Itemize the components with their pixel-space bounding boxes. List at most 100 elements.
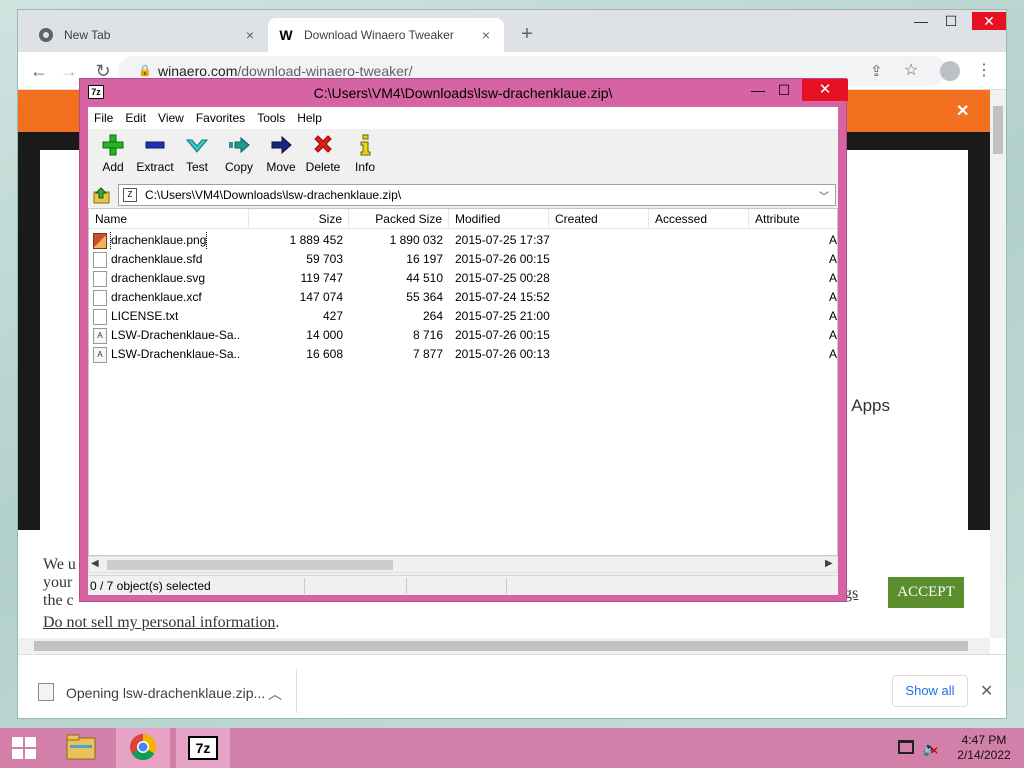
size-cell: 147 074 [299, 290, 343, 304]
forward-icon[interactable]: → [58, 60, 80, 82]
column-modified[interactable]: Modified [449, 209, 549, 229]
close-button[interactable]: ✕ [972, 12, 1006, 30]
tab-title: Download Winaero Tweaker [304, 28, 454, 42]
share-icon[interactable]: ⇪ [870, 62, 883, 80]
column-name[interactable]: Name [89, 209, 249, 229]
menu-view[interactable]: View [158, 111, 184, 125]
minimize-button[interactable]: — [744, 79, 772, 101]
text-file-icon [93, 308, 107, 325]
font-file-icon: A [93, 346, 107, 363]
accept-cookies-button[interactable]: ACCEPT [888, 577, 964, 608]
size-cell: 16 608 [306, 347, 343, 361]
menu-tools[interactable]: Tools [257, 111, 285, 125]
column-created[interactable]: Created [549, 209, 649, 229]
new-tab-button[interactable]: + [516, 24, 538, 46]
extract-button[interactable]: Extract [134, 129, 176, 181]
size-cell: 14 000 [306, 328, 343, 342]
table-row[interactable]: drachenklaue.svg 119 747 44 510 2015-07-… [89, 269, 837, 288]
bookmark-star-icon[interactable]: ☆ [904, 60, 918, 80]
menu-edit[interactable]: Edit [125, 111, 146, 125]
download-item-text[interactable]: Opening lsw-drachenklaue.zip... [66, 685, 265, 701]
move-icon [269, 135, 293, 155]
table-row[interactable]: drachenklaue.sfd 59 703 16 197 2015-07-2… [89, 250, 837, 269]
move-label: Move [266, 160, 296, 174]
scroll-left-icon[interactable]: ◀ [91, 558, 99, 569]
page-horizontal-scroll-thumb[interactable] [34, 641, 968, 651]
packed-size-cell: 44 510 [406, 271, 443, 285]
do-not-sell-link[interactable]: Do not sell my personal information. [43, 614, 279, 632]
tab-winaero-tweaker[interactable]: W Download Winaero Tweaker × [268, 18, 504, 52]
modified-cell: 2015-07-26 00:15 [455, 252, 550, 266]
column-packed-size[interactable]: Packed Size [349, 209, 449, 229]
close-download-shelf-icon[interactable]: ✕ [980, 681, 993, 701]
delete-button[interactable]: Delete [302, 129, 344, 181]
table-row[interactable]: A LSW-Drachenklaue-Sa... 16 608 7 877 201… [89, 345, 837, 364]
table-row[interactable]: LICENSE.txt 427 264 2015-07-25 21:00 A [89, 307, 837, 326]
taskbar-file-explorer[interactable] [54, 728, 108, 768]
tab-close-icon[interactable]: × [478, 27, 494, 43]
table-row[interactable]: A LSW-Drachenklaue-Sa... 14 000 8 716 201… [89, 326, 838, 345]
move-button[interactable]: Move [260, 129, 302, 181]
info-label: Info [354, 160, 375, 174]
add-button[interactable]: Add [92, 129, 134, 181]
copy-button[interactable]: Copy [218, 129, 260, 181]
cookie-line: the c [43, 592, 74, 609]
packed-size-cell: 264 [422, 309, 443, 323]
taskbar-chrome[interactable] [116, 728, 170, 768]
notice-close-icon[interactable]: ✕ [956, 101, 969, 121]
system-clock[interactable]: 4:47 PM 2/14/2022 [946, 733, 1022, 763]
7zip-app-icon[interactable]: 7z [88, 85, 104, 99]
minimize-button[interactable]: — [906, 12, 936, 30]
table-row[interactable]: drachenklaue.png 1 889 452 1 890 032 201… [89, 231, 837, 250]
column-size[interactable]: Size [249, 209, 349, 229]
taskbar-7zip[interactable]: 7z [176, 728, 230, 768]
tab-new-tab[interactable]: New Tab × [28, 18, 268, 52]
chevron-up-icon[interactable]: ︿ [268, 684, 282, 704]
page-horizontal-scrollbar[interactable] [18, 638, 990, 654]
attribute-cell: A [829, 328, 838, 342]
network-icon[interactable] [898, 740, 914, 754]
test-button[interactable]: Test [176, 129, 218, 181]
show-all-button[interactable]: Show all [892, 675, 968, 707]
start-button[interactable] [0, 728, 50, 768]
maximize-button[interactable]: ☐ [936, 12, 966, 30]
up-folder-icon[interactable] [93, 186, 111, 204]
url-text[interactable]: winaero.com/download-winaero-tweaker/ [158, 63, 412, 79]
name-cell: LICENSE.txt [93, 307, 239, 326]
tab-close-icon[interactable]: × [242, 27, 258, 43]
page-vertical-scrollbar[interactable] [990, 90, 1006, 638]
info-button[interactable]: Info [344, 129, 386, 181]
menu-file[interactable]: File [94, 111, 113, 125]
column-attribute[interactable]: Attribute [749, 209, 837, 229]
profile-avatar-icon[interactable] [940, 61, 960, 81]
list-scroll-thumb[interactable] [107, 560, 393, 570]
file-icon [93, 289, 107, 306]
tab-strip: New Tab × W Download Winaero Tweaker × +… [18, 10, 1006, 52]
table-row[interactable]: drachenklaue.xcf 147 074 55 364 2015-07-… [89, 288, 837, 307]
back-icon[interactable]: ← [28, 60, 50, 82]
list-horizontal-scrollbar[interactable]: ◀ ▶ [88, 556, 838, 573]
scroll-right-icon[interactable]: ▶ [825, 558, 833, 569]
7zip-titlebar[interactable]: C:\Users\VM4\Downloads\lsw-drachenklaue.… [80, 79, 848, 107]
file-list[interactable]: Name Size Packed Size Modified Created A… [88, 208, 838, 556]
size-cell: 119 747 [300, 271, 344, 285]
chevron-down-icon[interactable]: ﹀ [819, 188, 829, 203]
close-button[interactable]: ✕ [802, 79, 848, 101]
menu-favorites[interactable]: Favorites [196, 111, 245, 125]
chrome-menu-icon[interactable]: ⋮ [976, 60, 992, 80]
packed-size-cell: 16 197 [406, 252, 443, 266]
extract-label: Extract [136, 160, 174, 174]
size-cell: 427 [322, 309, 343, 323]
folder-icon [66, 734, 96, 763]
path-text[interactable]: C:\Users\VM4\Downloads\lsw-drachenklaue.… [145, 188, 401, 202]
url-path: /download-winaero-tweaker/ [237, 63, 413, 79]
column-accessed[interactable]: Accessed [649, 209, 749, 229]
menu-help[interactable]: Help [297, 111, 322, 125]
page-vertical-scroll-thumb[interactable] [993, 106, 1003, 154]
path-combobox[interactable]: Z C:\Users\VM4\Downloads\lsw-drachenklau… [118, 184, 836, 206]
do-not-sell-text[interactable]: Do not sell my personal information [43, 614, 275, 631]
maximize-button[interactable]: ☐ [770, 79, 798, 101]
packed-size-cell: 55 364 [406, 290, 443, 304]
lock-icon[interactable]: 🔒 [138, 64, 152, 78]
packed-size-cell: 1 890 032 [389, 233, 443, 247]
